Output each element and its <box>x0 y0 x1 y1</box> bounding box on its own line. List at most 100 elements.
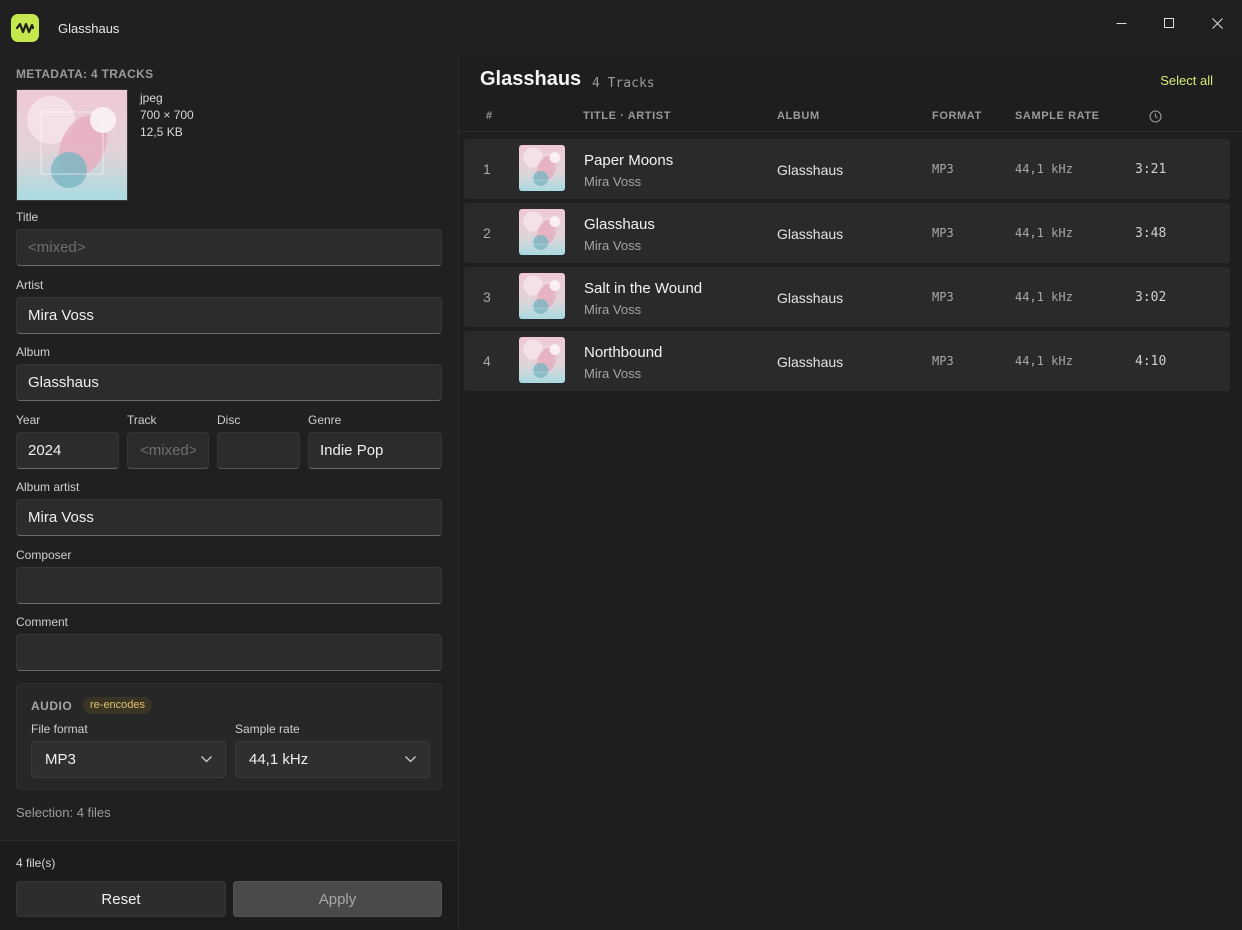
file-format-select[interactable]: MP3 <box>31 741 226 778</box>
composer-field[interactable] <box>16 567 442 604</box>
chevron-down-icon <box>405 756 416 763</box>
track-duration: 4:10 <box>1135 354 1167 369</box>
track-artist: Mira Voss <box>584 302 642 317</box>
track-thumbnail <box>519 209 565 255</box>
album-artist-label: Album artist <box>16 480 80 494</box>
app-waveform-icon <box>11 14 39 42</box>
reset-button[interactable]: Reset <box>16 881 226 917</box>
title-field[interactable] <box>16 229 442 266</box>
track-thumbnail <box>519 273 565 319</box>
column-header-duration[interactable] <box>1149 110 1162 126</box>
minimize-icon <box>1116 22 1126 24</box>
track-album: Glasshaus <box>777 226 844 242</box>
apply-button[interactable]: Apply <box>233 881 442 917</box>
track-number: 4 <box>483 353 491 369</box>
maximize-icon <box>1163 17 1174 28</box>
column-header-format[interactable]: FORMAT <box>932 110 982 122</box>
column-header-number[interactable]: # <box>486 110 493 122</box>
track-title: Northbound <box>584 344 663 361</box>
track-row[interactable]: 2 Glasshaus Mira Voss Glasshaus MP3 44,1… <box>464 203 1230 263</box>
re-encodes-badge: re-encodes <box>83 697 153 714</box>
title-label: Title <box>16 210 39 224</box>
track-artist: Mira Voss <box>584 238 642 253</box>
track-label: Track <box>127 413 157 427</box>
minimize-button[interactable] <box>1098 8 1144 38</box>
track-format: MP3 <box>932 290 954 304</box>
panel-footer: 4 file(s) Reset Apply <box>0 840 458 930</box>
column-header-sample-rate[interactable]: SAMPLE RATE <box>1015 110 1100 122</box>
album-artist-field[interactable] <box>16 499 442 536</box>
album-title: Glasshaus <box>480 68 582 90</box>
track-thumbnail <box>519 337 565 383</box>
column-header-title-artist[interactable]: TITLE · ARTIST <box>583 110 671 122</box>
sample-rate-label: Sample rate <box>235 722 300 736</box>
track-format: MP3 <box>932 162 954 176</box>
selection-status: Selection: 4 files <box>16 805 111 820</box>
cover-size: 12,5 KB <box>140 125 183 139</box>
metadata-heading: METADATA: 4 TRACKS <box>16 67 154 81</box>
track-format: MP3 <box>932 354 954 368</box>
track-number: 3 <box>483 289 491 305</box>
track-row[interactable]: 1 Paper Moons Mira Voss Glasshaus MP3 44… <box>464 139 1230 199</box>
composer-label: Composer <box>16 548 72 562</box>
track-sample-rate: 44,1 kHz <box>1015 354 1073 368</box>
cover-info: jpeg 700 × 700 12,5 KB <box>140 90 194 141</box>
title-bar: Glasshaus <box>0 0 1242 56</box>
metadata-panel: METADATA: 4 TRACKS jpeg 700 × 700 12,5 K… <box>0 56 459 930</box>
year-field[interactable] <box>16 432 119 469</box>
close-button[interactable] <box>1194 8 1240 38</box>
track-album: Glasshaus <box>777 290 844 306</box>
disc-label: Disc <box>217 413 241 427</box>
column-header-album[interactable]: ALBUM <box>777 110 820 122</box>
genre-field[interactable] <box>308 432 442 469</box>
track-sample-rate: 44,1 kHz <box>1015 162 1073 176</box>
track-artist: Mira Voss <box>584 174 642 189</box>
tracklist-panel: Glasshaus 4 Tracks Select all # TITLE · … <box>459 56 1242 929</box>
audio-heading: AUDIO <box>31 699 73 713</box>
sample-rate-select[interactable]: 44,1 kHz <box>235 741 430 778</box>
file-count: 4 file(s) <box>16 856 56 870</box>
artist-field[interactable] <box>16 297 442 334</box>
track-duration: 3:48 <box>1135 226 1167 241</box>
track-thumbnail <box>519 145 565 191</box>
track-sample-rate: 44,1 kHz <box>1015 226 1073 240</box>
track-album: Glasshaus <box>777 354 844 370</box>
album-field[interactable] <box>16 364 442 401</box>
track-sample-rate: 44,1 kHz <box>1015 290 1073 304</box>
cover-art[interactable] <box>16 89 128 201</box>
disc-field[interactable] <box>217 432 300 469</box>
file-format-label: File format <box>31 722 88 736</box>
audio-section: AUDIO re-encodes File format MP3 Sample … <box>16 683 442 790</box>
track-album: Glasshaus <box>777 162 844 178</box>
track-duration: 3:21 <box>1135 162 1167 177</box>
close-icon <box>1211 17 1223 29</box>
track-format: MP3 <box>932 226 954 240</box>
window-title: Glasshaus <box>58 21 120 36</box>
track-number: 1 <box>483 161 491 177</box>
track-number: 2 <box>483 225 491 241</box>
track-field[interactable] <box>127 432 209 469</box>
track-title: Paper Moons <box>584 152 674 169</box>
select-all-link[interactable]: Select all <box>1160 73 1213 88</box>
cover-dimensions: 700 × 700 <box>140 108 194 122</box>
genre-label: Genre <box>308 413 342 427</box>
cover-art-image <box>17 90 127 200</box>
file-format-value: MP3 <box>45 751 76 768</box>
track-row[interactable]: 3 Salt in the Wound Mira Voss Glasshaus … <box>464 267 1230 327</box>
artist-label: Artist <box>16 278 44 292</box>
track-title: Salt in the Wound <box>584 280 703 297</box>
track-duration: 3:02 <box>1135 290 1167 305</box>
comment-label: Comment <box>16 615 69 629</box>
track-row[interactable]: 4 Northbound Mira Voss Glasshaus MP3 44,… <box>464 331 1230 391</box>
track-artist: Mira Voss <box>584 366 642 381</box>
year-label: Year <box>16 413 41 427</box>
clock-icon <box>1149 110 1162 123</box>
header-divider <box>459 131 1242 132</box>
sample-rate-value: 44,1 kHz <box>249 751 309 768</box>
track-count: 4 Tracks <box>592 76 655 91</box>
album-label: Album <box>16 345 51 359</box>
chevron-down-icon <box>201 756 212 763</box>
comment-field[interactable] <box>16 634 442 671</box>
track-title: Glasshaus <box>584 216 655 233</box>
maximize-button[interactable] <box>1146 8 1192 38</box>
